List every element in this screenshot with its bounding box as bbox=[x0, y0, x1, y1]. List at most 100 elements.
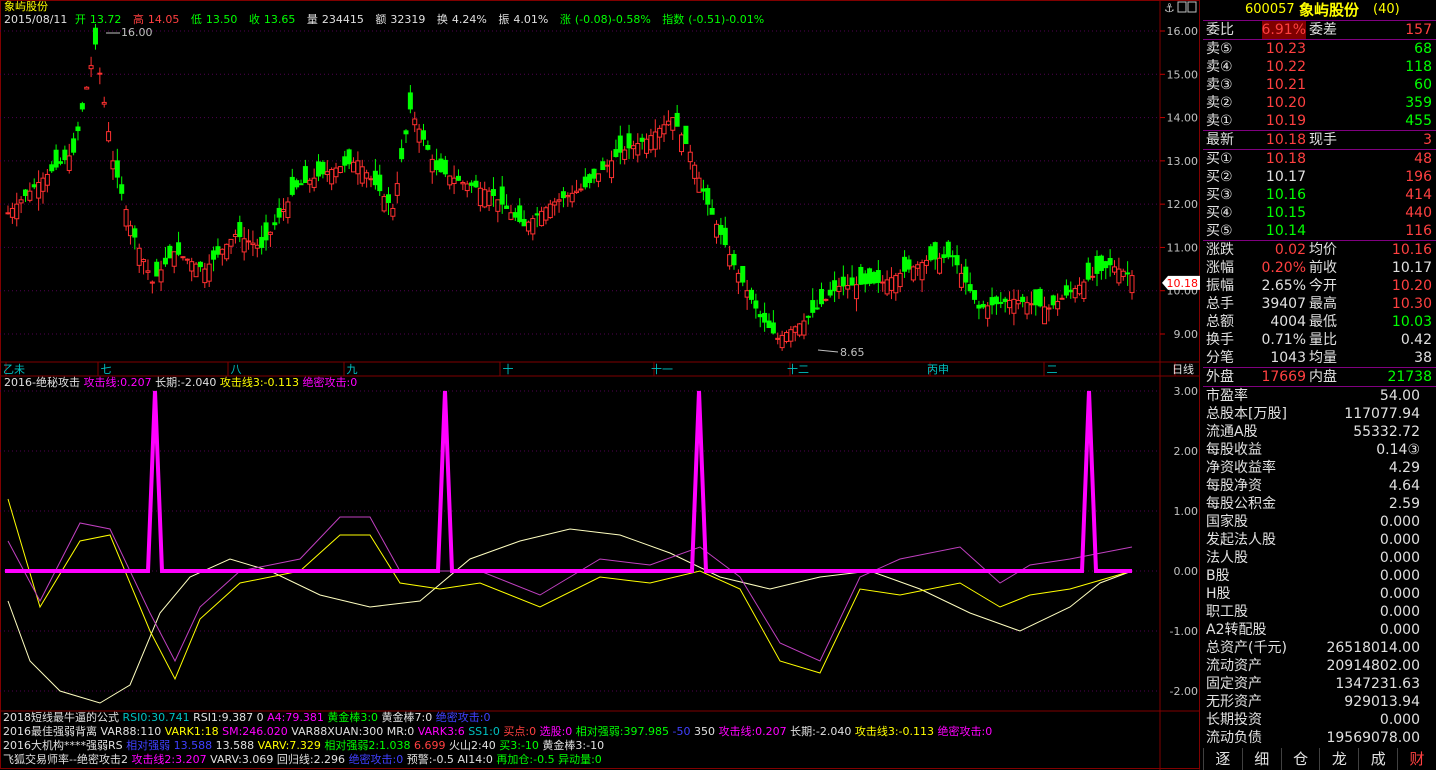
open-value: 13.72 bbox=[89, 13, 122, 26]
candle-body bbox=[57, 161, 63, 164]
window-icon bbox=[1187, 1, 1197, 13]
indicator-tick-label: -1.00 bbox=[1170, 625, 1198, 638]
candle-body bbox=[477, 187, 483, 207]
candle-body bbox=[442, 159, 448, 175]
candle-body bbox=[661, 124, 667, 135]
candle-body bbox=[993, 296, 999, 305]
price-tick-label: 14.00 bbox=[1167, 112, 1199, 125]
ask-list: 卖⑤ 10.23 68 卖④ 10.22 118 卖③ 10.21 60 卖② 10.20 359 卖①… bbox=[1203, 39, 1436, 130]
fundamental-row: 无形资产 929013.94 bbox=[1206, 694, 1420, 710]
candle-body bbox=[154, 261, 160, 277]
candle-body bbox=[272, 222, 278, 226]
candle-body bbox=[36, 182, 42, 199]
candle-body bbox=[359, 166, 365, 184]
price-tick-label: 15.00 bbox=[1167, 68, 1199, 81]
candle-body bbox=[906, 259, 912, 270]
candle-body bbox=[1050, 295, 1056, 306]
candle-body bbox=[801, 320, 807, 336]
candle-body bbox=[9, 207, 15, 218]
candle-body bbox=[136, 247, 142, 266]
candle-body bbox=[836, 285, 842, 292]
candle-body bbox=[351, 161, 357, 173]
panel-tab[interactable]: 仓 bbox=[1280, 748, 1320, 770]
candle-body bbox=[1077, 284, 1083, 295]
candle-body bbox=[167, 245, 173, 259]
purple-line bbox=[7, 516, 1133, 663]
change-value: (-0.08)-0.58% bbox=[574, 13, 651, 26]
candle-body bbox=[648, 135, 654, 151]
candle-body bbox=[744, 290, 750, 298]
fundamental-row: 流动负债 19569078.00 bbox=[1206, 730, 1420, 746]
panel-tab[interactable]: 成 bbox=[1358, 748, 1397, 770]
candle-body bbox=[954, 255, 960, 266]
volume-value: 234415 bbox=[321, 13, 364, 26]
month-label: 丙申 bbox=[927, 363, 949, 376]
month-label: 十一 bbox=[651, 362, 673, 376]
ask-row: 卖① 10.19 455 bbox=[1206, 113, 1432, 129]
candle-body bbox=[149, 281, 155, 284]
candle-body bbox=[727, 254, 733, 267]
candle-body bbox=[5, 212, 11, 215]
candle-body bbox=[674, 112, 680, 127]
candle-body bbox=[447, 175, 453, 186]
panel-title: 600057 象屿股份 (40) bbox=[1203, 0, 1436, 20]
candle-body bbox=[180, 256, 186, 259]
candle-body bbox=[722, 227, 728, 246]
candle-body bbox=[307, 179, 313, 185]
candle-body bbox=[211, 250, 217, 260]
formula-row[interactable]: 飞狐交易师率--绝密攻击2 攻击线2:3.207 VARV:3.069 回归线:… bbox=[0, 753, 1160, 767]
candle-body bbox=[425, 144, 431, 150]
attack3-label: 攻击线3:-0.113 bbox=[219, 376, 300, 389]
formula-row[interactable]: 2018短线最牛逼的公式 RSI0:30.741 RSI1:9.387 0 A4… bbox=[0, 711, 1160, 725]
month-label: 八 bbox=[231, 363, 242, 376]
candle-body bbox=[657, 127, 663, 138]
candle-body bbox=[189, 261, 195, 272]
candle-body bbox=[591, 168, 597, 179]
candle-body bbox=[714, 223, 720, 238]
candle-body bbox=[1098, 255, 1104, 272]
panel-tab[interactable]: 财 bbox=[1397, 748, 1436, 770]
attack-line-label: 攻击线:0.207 bbox=[83, 376, 152, 389]
ask-row: 卖③ 10.21 60 bbox=[1206, 77, 1432, 93]
candle-body bbox=[486, 190, 492, 206]
candle-body bbox=[473, 180, 479, 188]
candle-body bbox=[1125, 272, 1131, 275]
formula-row[interactable]: 2016最佳强弱背离 VAR88:110 VARK1:18 SM:246.020… bbox=[0, 725, 1160, 739]
panel-tab[interactable]: 细 bbox=[1241, 748, 1281, 770]
candle-body bbox=[294, 180, 300, 188]
candle-body bbox=[639, 137, 645, 142]
month-label: 七 bbox=[101, 363, 112, 376]
candle-body bbox=[521, 218, 527, 227]
candle-body bbox=[420, 130, 426, 140]
candle-body bbox=[792, 326, 798, 333]
panel-tab[interactable]: 龙 bbox=[1319, 748, 1358, 770]
bid-row: 买③ 10.16 414 bbox=[1206, 187, 1432, 203]
price-tick-label: 12.00 bbox=[1167, 198, 1199, 211]
candle-body bbox=[84, 86, 90, 90]
candle-body bbox=[71, 138, 77, 153]
formula-row[interactable]: 2016大机构****强弱RS 相对强弱 13.588 13.588 VARV:… bbox=[0, 739, 1160, 753]
candle-body bbox=[840, 276, 846, 287]
candle-body bbox=[412, 118, 418, 126]
candle-body bbox=[324, 171, 330, 176]
candle-body bbox=[49, 164, 55, 172]
candle-body bbox=[232, 233, 238, 238]
candle-body bbox=[757, 314, 763, 318]
candle-body bbox=[928, 246, 934, 261]
candle-body bbox=[709, 208, 715, 215]
high-value: 14.05 bbox=[147, 13, 180, 26]
candle-body bbox=[582, 176, 588, 188]
candle-body bbox=[705, 188, 711, 205]
candle-body bbox=[333, 167, 339, 178]
stat-row: 总手 39407 最高 10.30 bbox=[1206, 296, 1432, 312]
candle-body bbox=[556, 199, 562, 202]
indicator-tick-label: 2.00 bbox=[1174, 445, 1199, 458]
candle-body bbox=[626, 133, 632, 149]
candle-body bbox=[823, 298, 829, 301]
candle-body bbox=[298, 183, 304, 186]
ask-row: 卖② 10.20 359 bbox=[1206, 95, 1432, 111]
panel-tab[interactable]: 逐 bbox=[1203, 748, 1242, 770]
fundamental-row: 流通A股 55332.72 bbox=[1206, 424, 1420, 440]
candle-body bbox=[127, 225, 133, 237]
candle-body bbox=[1063, 285, 1069, 296]
